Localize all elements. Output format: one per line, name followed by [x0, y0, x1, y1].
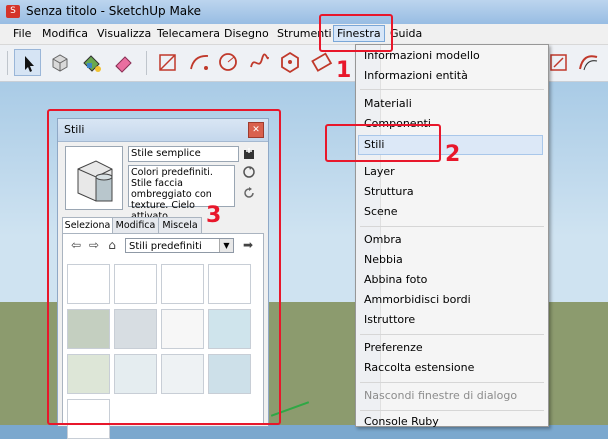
- menu-item-console-ruby[interactable]: Console Ruby: [364, 415, 439, 428]
- menu-item-ammorbidisci-bordi[interactable]: Ammorbidisci bordi: [364, 293, 471, 306]
- eraser-icon[interactable]: [110, 49, 137, 76]
- annotation-number-3: 3: [206, 203, 222, 228]
- menu-item-ombra[interactable]: Ombra: [364, 233, 402, 246]
- menu-item-nebbia[interactable]: Nebbia: [364, 253, 403, 266]
- polygon-icon[interactable]: [277, 49, 304, 76]
- menu-item-raccolta-estensione[interactable]: Raccolta estensione: [364, 361, 474, 374]
- menu-separator: [360, 382, 544, 383]
- menu-item-istruttore[interactable]: Istruttore: [364, 313, 415, 326]
- circle-icon[interactable]: [215, 49, 242, 76]
- toolbar-grip: [7, 51, 8, 75]
- annotation-number-2: 2: [445, 142, 461, 167]
- paint-bucket-icon[interactable]: [78, 49, 105, 76]
- menu-disegno[interactable]: Disegno: [224, 27, 269, 40]
- line-icon[interactable]: [154, 49, 181, 76]
- annotation-box-panel: [47, 109, 281, 425]
- menu-item-informazioni-entita[interactable]: Informazioni entità: [364, 69, 468, 82]
- menu-separator: [360, 226, 544, 227]
- freehand-icon[interactable]: [246, 49, 273, 76]
- annotation-box-finestra: [319, 14, 393, 52]
- menu-item-materiali[interactable]: Materiali: [364, 97, 412, 110]
- annotation-number-1: 1: [336, 58, 352, 83]
- menu-bar: File Modifica Visualizza Telecamera Dise…: [0, 24, 608, 45]
- window-title: Senza titolo - SketchUp Make: [26, 4, 202, 18]
- menu-guida[interactable]: Guida: [390, 27, 422, 40]
- menu-separator: [360, 410, 544, 411]
- offset-icon[interactable]: [575, 49, 602, 76]
- menu-visualizza[interactable]: Visualizza: [97, 27, 151, 40]
- menu-item-struttura[interactable]: Struttura: [364, 185, 414, 198]
- toolbar-separator: [146, 51, 147, 75]
- menu-item-preferenze[interactable]: Preferenze: [364, 341, 423, 354]
- menu-telecamera[interactable]: Telecamera: [157, 27, 220, 40]
- rectangle-icon[interactable]: [308, 49, 335, 76]
- scale-icon[interactable]: [545, 49, 572, 76]
- component-icon[interactable]: [46, 49, 73, 76]
- annotation-box-stili: [325, 124, 441, 162]
- menu-separator: [360, 89, 544, 90]
- arc-icon[interactable]: [186, 49, 213, 76]
- select-icon[interactable]: [14, 49, 41, 76]
- sketchup-app-icon: S: [6, 5, 20, 18]
- menu-item-nascondi-finestre: Nascondi finestre di dialogo: [364, 389, 518, 402]
- menu-modifica[interactable]: Modifica: [42, 27, 88, 40]
- title-bar: S Senza titolo - SketchUp Make: [0, 0, 608, 25]
- menu-item-scene[interactable]: Scene: [364, 205, 398, 218]
- menu-file[interactable]: File: [13, 27, 31, 40]
- menu-separator: [360, 334, 544, 335]
- menu-item-abbina-foto[interactable]: Abbina foto: [364, 273, 427, 286]
- finestra-dropdown-menu: Informazioni modello Informazioni entità…: [355, 44, 549, 428]
- menu-item-layer[interactable]: Layer: [364, 165, 395, 178]
